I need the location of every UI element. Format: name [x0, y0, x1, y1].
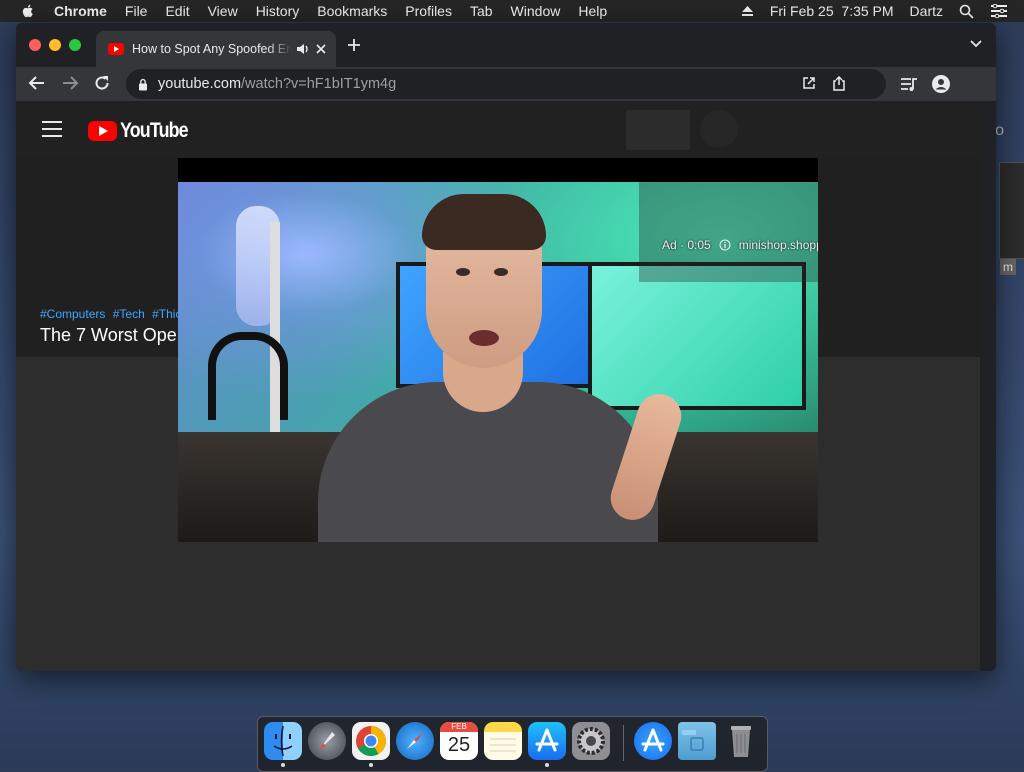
- apple-icon[interactable]: [20, 3, 36, 19]
- close-tab-icon[interactable]: [316, 44, 326, 54]
- dock: FEB 25: [257, 716, 768, 772]
- menu-bar: Chrome File Edit View History Bookmarks …: [0, 0, 1024, 22]
- menu-window[interactable]: Window: [511, 3, 561, 19]
- menu-help[interactable]: Help: [578, 3, 607, 19]
- chrome-app-icon[interactable]: [352, 722, 390, 760]
- youtube-page: YouTube #Computers #Tech #ThioJoe The 7 …: [16, 101, 980, 671]
- speaker-icon[interactable]: [296, 43, 310, 55]
- presenter-eye: [494, 268, 508, 276]
- lock-icon[interactable]: [138, 78, 148, 91]
- background-headphones: [208, 332, 288, 420]
- tab-title: How to Spot Any Spoofed Email: [132, 42, 292, 56]
- loading-placeholder: [626, 110, 690, 150]
- loading-avatar-placeholder: [700, 110, 738, 148]
- menu-history[interactable]: History: [256, 3, 300, 19]
- menu-bar-status-area: Fri Feb 25 7:35 PM Dartz: [741, 0, 1024, 22]
- presenter-hair: [422, 194, 546, 250]
- browser-toolbar: youtube.com/watch?v=hF1bIT1ym4g: [16, 67, 996, 101]
- control-center-icon[interactable]: [990, 4, 1008, 18]
- applications-folder-icon[interactable]: [634, 722, 672, 760]
- running-indicator: [369, 763, 373, 767]
- ad-countdown: Ad · 0:05: [662, 238, 711, 252]
- share-icon[interactable]: [832, 76, 846, 91]
- youtube-play-logo-icon: [88, 121, 117, 141]
- hamburger-menu-icon[interactable]: [42, 121, 62, 137]
- spotlight-search-icon[interactable]: [959, 4, 974, 19]
- running-indicator: [545, 763, 549, 767]
- menu-user[interactable]: Dartz: [910, 3, 943, 19]
- back-arrow-icon[interactable]: [28, 74, 46, 92]
- system-preferences-app-icon[interactable]: [572, 722, 610, 760]
- address-bar-url: youtube.com/watch?v=hF1bIT1ym4g: [158, 76, 396, 92]
- menu-app-chrome[interactable]: Chrome: [54, 3, 107, 19]
- menu-view[interactable]: View: [208, 3, 238, 19]
- calendar-month: FEB: [440, 722, 478, 732]
- chrome-window: How to Spot Any Spoofed Email youtube.co…: [16, 23, 996, 671]
- menu-file[interactable]: File: [125, 3, 148, 19]
- background-window-edge: [999, 162, 1024, 259]
- hashtag-link[interactable]: #Tech: [113, 307, 145, 321]
- finder-app-icon[interactable]: [264, 722, 302, 760]
- dock-separator: [623, 725, 624, 761]
- running-indicator: [281, 763, 285, 767]
- profile-icon[interactable]: [932, 75, 950, 93]
- forward-arrow-icon[interactable]: [61, 74, 79, 92]
- open-in-app-icon[interactable]: [802, 76, 816, 90]
- info-icon[interactable]: [719, 239, 731, 251]
- url-path: /watch?v=hF1bIT1ym4g: [241, 76, 397, 92]
- youtube-wordmark: YouTube: [120, 119, 189, 142]
- calendar-app-icon[interactable]: FEB 25: [440, 722, 478, 760]
- video-player[interactable]: Ad · 0:05 minishop.shoppable.com/v4/snic…: [178, 158, 818, 542]
- menu-tab[interactable]: Tab: [470, 3, 493, 19]
- calendar-day: 25: [447, 734, 471, 756]
- youtube-masthead: YouTube: [16, 101, 980, 157]
- address-bar[interactable]: youtube.com/watch?v=hF1bIT1ym4g: [126, 69, 886, 99]
- menu-datetime[interactable]: Fri Feb 25 7:35 PM: [770, 3, 894, 19]
- youtube-favicon-icon: [108, 43, 124, 55]
- tab-strip: How to Spot Any Spoofed Email: [16, 23, 996, 67]
- ad-info-bar: Ad · 0:05 minishop.shoppable.com/v4/snic…: [662, 238, 818, 252]
- minimize-window-button[interactable]: [49, 39, 61, 51]
- background-window-label: m: [1000, 259, 1016, 275]
- hashtag-link[interactable]: #Computers: [40, 307, 105, 321]
- new-tab-icon[interactable]: [346, 37, 362, 53]
- safari-app-icon[interactable]: [396, 722, 434, 760]
- presenter-mouth: [469, 330, 499, 346]
- trash-icon[interactable]: [722, 722, 760, 760]
- youtube-logo[interactable]: YouTube: [88, 119, 200, 143]
- ad-url-link[interactable]: minishop.shoppable.com/v4/snicke..: [739, 238, 818, 252]
- ad-overlay: [639, 182, 818, 282]
- notes-app-icon[interactable]: [484, 722, 522, 760]
- presenter-eye: [456, 268, 470, 276]
- media-queue-icon[interactable]: [900, 76, 918, 92]
- launchpad-app-icon[interactable]: [308, 722, 346, 760]
- background-window-text: o: [995, 122, 1004, 139]
- url-host: youtube.com: [158, 76, 242, 92]
- tab-search-chevron-icon[interactable]: [970, 40, 982, 48]
- documents-folder-icon[interactable]: [678, 722, 716, 760]
- fullscreen-window-button[interactable]: [69, 39, 81, 51]
- browser-tab-active[interactable]: How to Spot Any Spoofed Email: [96, 31, 336, 67]
- reload-icon[interactable]: [93, 74, 111, 92]
- menu-bookmarks[interactable]: Bookmarks: [317, 3, 387, 19]
- eject-icon[interactable]: [741, 5, 754, 17]
- menu-profiles[interactable]: Profiles: [405, 3, 452, 19]
- app-store-app-icon[interactable]: [528, 722, 566, 760]
- background-monitor-right: [588, 262, 806, 410]
- menu-edit[interactable]: Edit: [165, 3, 189, 19]
- close-window-button[interactable]: [29, 39, 41, 51]
